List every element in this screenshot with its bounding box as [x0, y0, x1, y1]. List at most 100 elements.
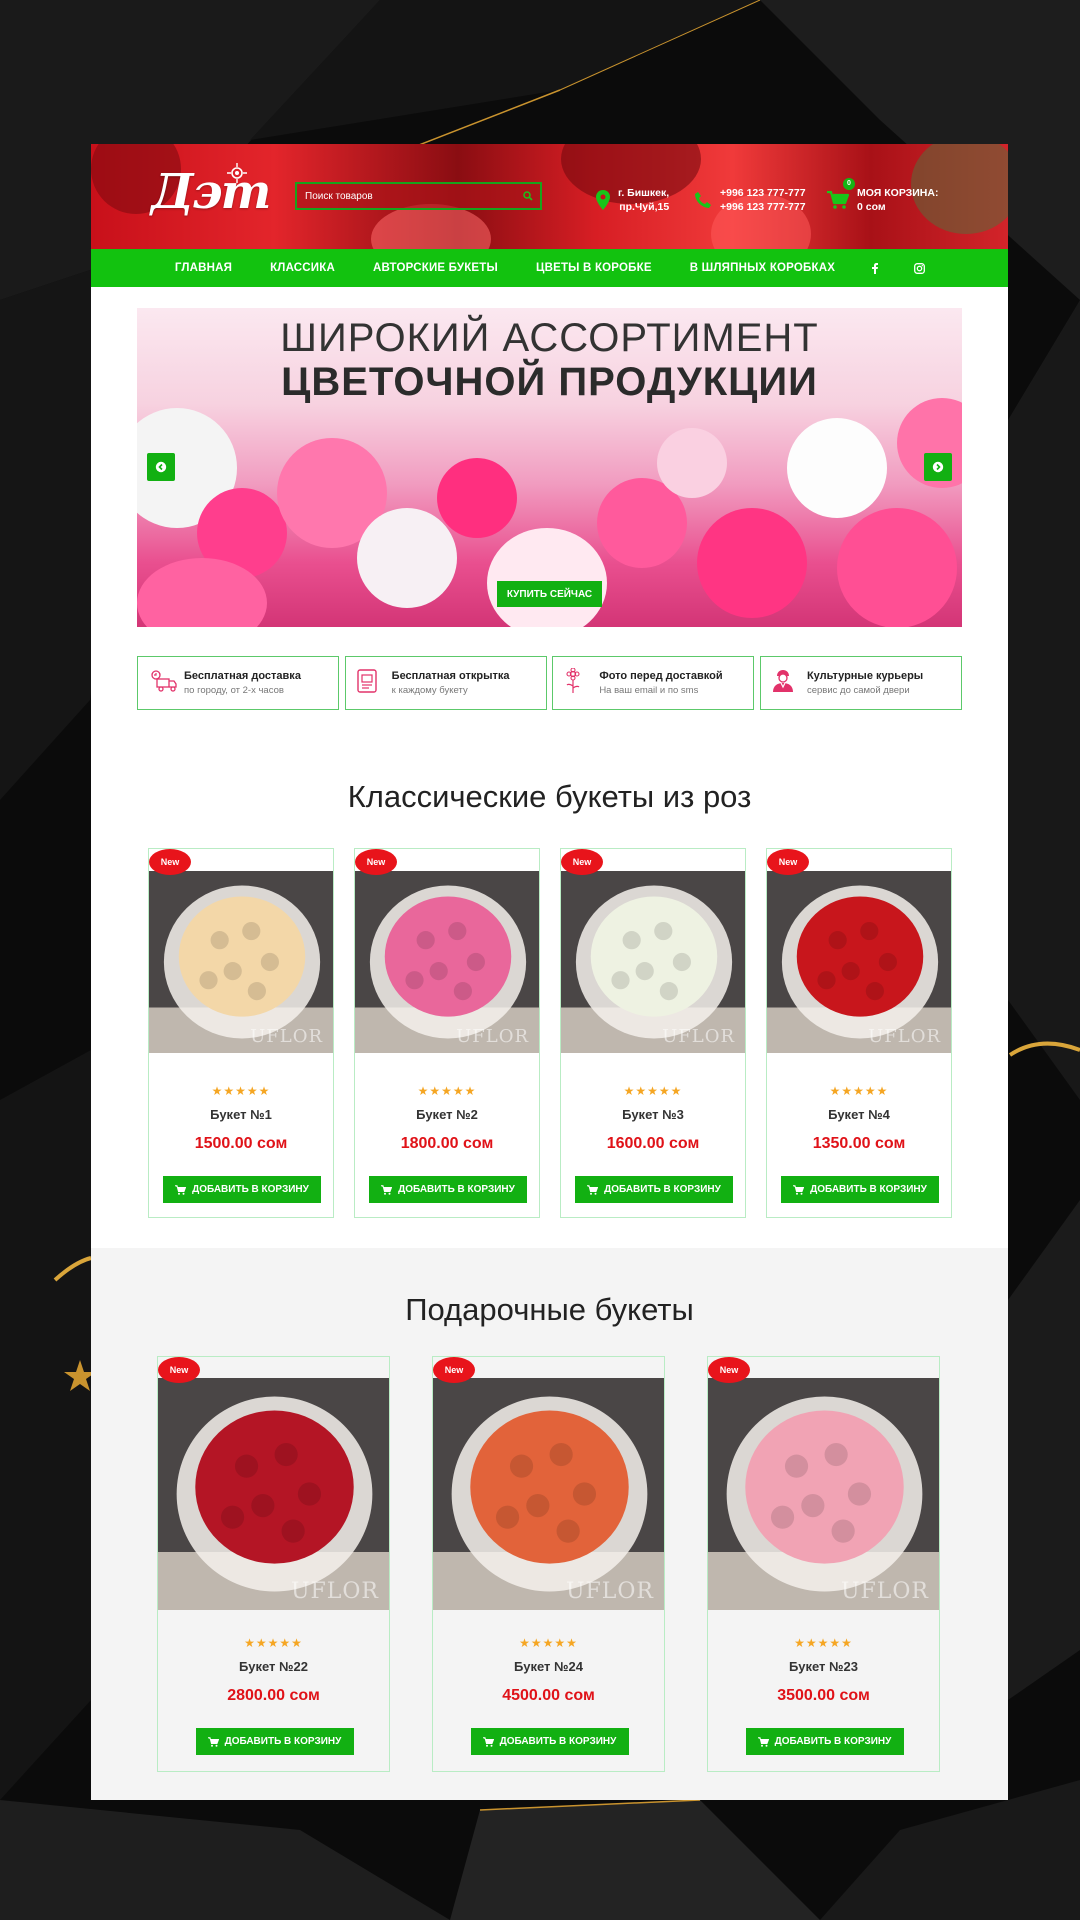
product-name[interactable]: Букет №2 — [355, 1107, 539, 1122]
add-to-cart-button[interactable]: ДОБАВИТЬ В КОРЗИНУ — [781, 1176, 939, 1203]
address-line1: г. Бишкек, — [618, 187, 670, 199]
product-image[interactable]: UFLOR — [158, 1378, 389, 1610]
product-name[interactable]: Букет №4 — [767, 1107, 951, 1122]
product-card[interactable]: New UFLOR ★★★★★ Букет №22 2800.00 сом ДО… — [157, 1356, 390, 1772]
feature-title: Бесплатная доставка — [184, 670, 301, 682]
product-image[interactable]: UFLOR — [561, 871, 745, 1053]
watermark: UFLOR — [868, 1026, 941, 1047]
product-name[interactable]: Букет №22 — [158, 1659, 389, 1674]
nav-item-home[interactable]: ГЛАВНАЯ — [175, 262, 232, 274]
instagram-link[interactable] — [914, 262, 926, 274]
feature-title: Бесплатная открытка — [391, 670, 510, 682]
product-name[interactable]: Букет №1 — [149, 1107, 333, 1122]
facebook-link[interactable] — [872, 262, 879, 274]
phone-icon — [695, 192, 711, 208]
website-frame: Дэт г. Бишкек, пр.Чуй,15 — [91, 144, 1008, 1800]
product-card[interactable]: New UFLOR ★★★★★ Букет №2 1800.00 сом ДОБ… — [354, 848, 540, 1218]
cart-icon — [827, 191, 849, 209]
new-badge: New — [767, 849, 809, 875]
new-badge: New — [158, 1357, 200, 1383]
rating-stars: ★★★★★ — [519, 1636, 578, 1650]
chevron-right-icon — [932, 461, 944, 473]
bouquet-illustration — [708, 1378, 939, 1610]
feature-subtitle: сервис до самой двери — [806, 685, 910, 696]
new-badge: New — [149, 849, 191, 875]
product-card[interactable]: New UFLOR ★★★★★ Букет №24 4500.00 сом ДО… — [432, 1356, 665, 1772]
product-name[interactable]: Букет №3 — [561, 1107, 745, 1122]
features-row: Бесплатная доставка по городу, от 2-х ча… — [137, 656, 962, 710]
feature-polite-couriers: Культурные курьеры сервис до самой двери — [759, 656, 962, 710]
feature-title: Культурные курьеры — [806, 670, 924, 682]
add-to-cart-label: ДОБАВИТЬ В КОРЗИНУ — [499, 1736, 617, 1747]
address-info: г. Бишкек, пр.Чуй,15 — [596, 186, 669, 214]
feature-free-card: Бесплатная открытка к каждому букету — [344, 656, 547, 710]
product-name[interactable]: Букет №24 — [433, 1659, 664, 1674]
facebook-icon — [872, 262, 879, 274]
slider-prev-button[interactable] — [147, 453, 175, 481]
product-price: 1600.00 сом — [606, 1135, 700, 1152]
product-image[interactable]: UFLOR — [149, 871, 333, 1053]
product-image[interactable]: UFLOR — [708, 1378, 939, 1610]
cart-count-badge: 0 — [843, 178, 855, 190]
slider-next-button[interactable] — [924, 453, 952, 481]
hero-title-line2: ЦВЕТОЧНОЙ ПРОДУКЦИИ — [281, 360, 818, 404]
flower-icon — [566, 666, 580, 693]
add-to-cart-button[interactable]: ДОБАВИТЬ В КОРЗИНУ — [163, 1176, 321, 1203]
nav-item-hat-boxes[interactable]: В ШЛЯПНЫХ КОРОБКАХ — [690, 262, 835, 274]
rating-stars: ★★★★★ — [623, 1084, 683, 1098]
main-nav: ГЛАВНАЯ КЛАССИКА АВТОРСКИЕ БУКЕТЫ ЦВЕТЫ … — [91, 249, 1008, 287]
new-badge: New — [708, 1357, 750, 1383]
gift-section: Подарочные букеты New UFLOR ★★★★★ Букет … — [91, 1248, 1008, 1800]
product-card[interactable]: New UFLOR ★★★★★ Букет №1 1500.00 сом ДОБ… — [148, 848, 334, 1218]
product-price: 4500.00 сом — [502, 1687, 595, 1704]
cart-icon — [175, 1184, 187, 1195]
add-to-cart-button[interactable]: ДОБАВИТЬ В КОРЗИНУ — [745, 1728, 904, 1755]
cart-label: МОЯ КОРЗИНА: — [857, 187, 939, 199]
search-input[interactable] — [297, 184, 516, 208]
feature-subtitle: по городу, от 2-х часов — [184, 685, 284, 696]
courier-icon — [772, 669, 793, 692]
add-to-cart-button[interactable]: ДОБАВИТЬ В КОРЗИНУ — [195, 1728, 354, 1755]
add-to-cart-label: ДОБАВИТЬ В КОРЗИНУ — [192, 1184, 309, 1195]
section-title-classic: Классические букеты из роз — [347, 779, 752, 814]
cart-widget[interactable]: 0 МОЯ КОРЗИНА: 0 сом — [827, 178, 939, 214]
add-to-cart-button[interactable]: ДОБАВИТЬ В КОРЗИНУ — [470, 1728, 629, 1755]
phone-number-2[interactable]: +996 123 777-777 — [720, 200, 806, 214]
buy-now-button[interactable]: КУПИТЬ СЕЙЧАС — [497, 581, 602, 607]
add-to-cart-label: ДОБАВИТЬ В КОРЗИНУ — [224, 1736, 342, 1747]
address-line2: пр.Чуй,15 — [619, 201, 670, 213]
product-card[interactable]: New UFLOR ★★★★★ Букет №4 1350.00 сом ДОБ… — [766, 848, 952, 1218]
rating-stars: ★★★★★ — [417, 1084, 477, 1098]
new-badge: New — [433, 1357, 475, 1383]
section-title-gift: Подарочные букеты — [405, 1292, 694, 1327]
product-price: 1800.00 сом — [400, 1135, 494, 1152]
feature-photo-before-delivery: Фото перед доставкой На ваш email и по s… — [552, 656, 755, 710]
nav-item-author-bouquets[interactable]: АВТОРСКИЕ БУКЕТЫ — [373, 262, 498, 274]
product-card[interactable]: New UFLOR ★★★★★ Букет №3 1600.00 сом ДОБ… — [560, 848, 746, 1218]
logo[interactable]: Дэт — [151, 164, 271, 220]
watermark: UFLOR — [565, 1579, 654, 1604]
product-image[interactable]: UFLOR — [355, 871, 539, 1053]
rating-stars: ★★★★★ — [211, 1084, 271, 1098]
card-icon — [356, 668, 377, 693]
instagram-icon — [914, 262, 926, 274]
map-pin-icon — [596, 190, 610, 210]
cart-icon — [381, 1184, 393, 1195]
rating-stars: ★★★★★ — [829, 1084, 889, 1098]
add-to-cart-button[interactable]: ДОБАВИТЬ В КОРЗИНУ — [369, 1176, 527, 1203]
cart-icon — [207, 1736, 219, 1747]
phone-number-1[interactable]: +996 123 777-777 — [720, 186, 806, 200]
nav-item-classic[interactable]: КЛАССИКА — [270, 262, 335, 274]
add-to-cart-button[interactable]: ДОБАВИТЬ В КОРЗИНУ — [575, 1176, 733, 1203]
nav-item-flowers-in-box[interactable]: ЦВЕТЫ В КОРОБКЕ — [536, 262, 652, 274]
search-button[interactable] — [516, 184, 540, 208]
feature-subtitle: к каждому букету — [391, 685, 468, 696]
bouquet-illustration — [158, 1378, 389, 1610]
product-image[interactable]: UFLOR — [433, 1378, 664, 1610]
product-card[interactable]: New UFLOR ★★★★★ Букет №23 3500.00 сом ДО… — [707, 1356, 940, 1772]
product-name[interactable]: Букет №23 — [708, 1659, 939, 1674]
product-price: 2800.00 сом — [227, 1687, 320, 1704]
product-price: 1350.00 сом — [812, 1135, 906, 1152]
product-image[interactable]: UFLOR — [767, 871, 951, 1053]
feature-free-delivery: Бесплатная доставка по городу, от 2-х ча… — [137, 656, 339, 710]
